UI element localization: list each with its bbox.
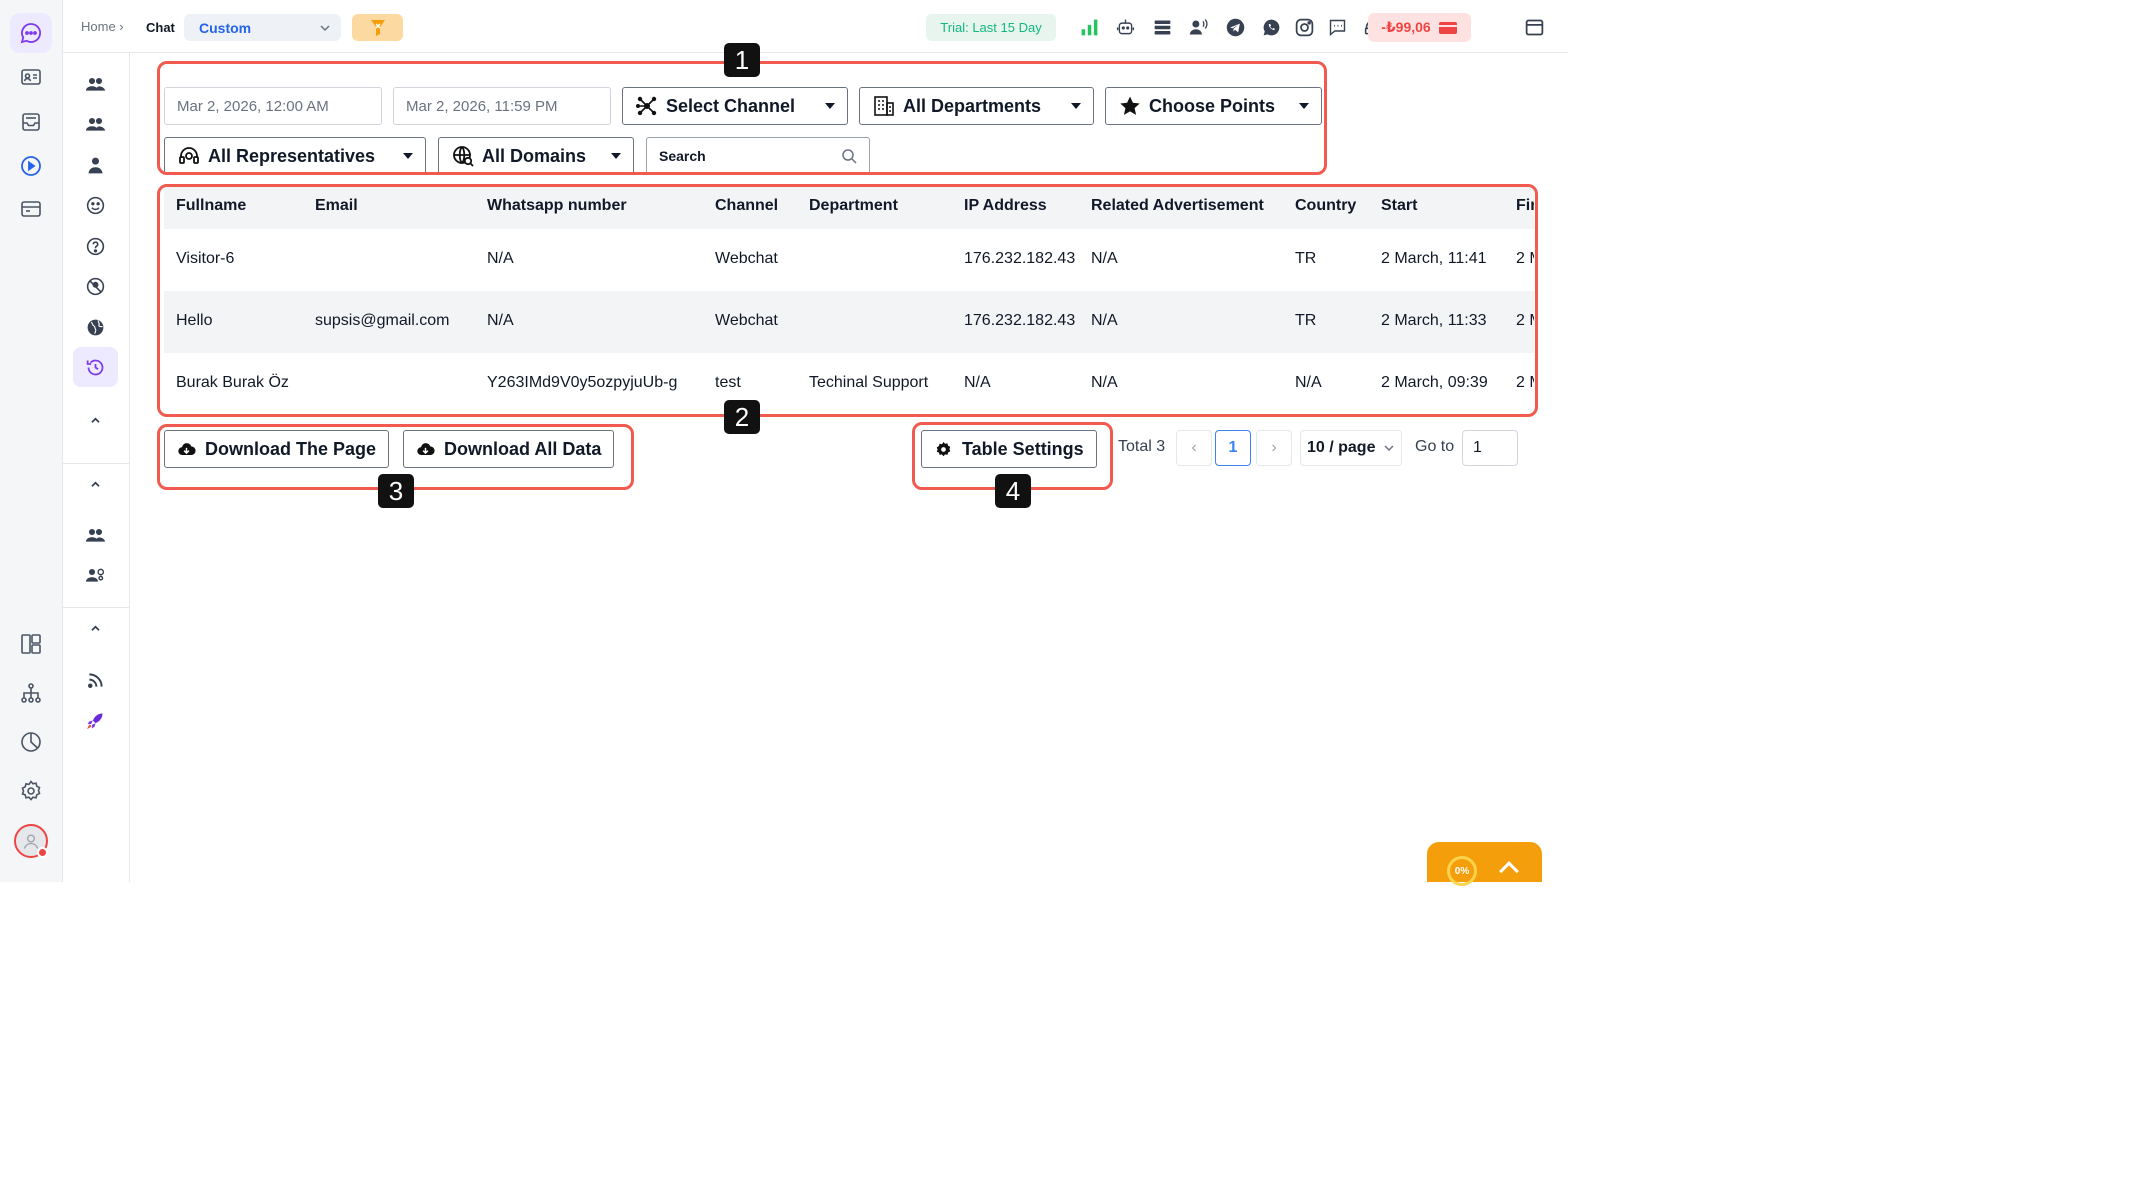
globe-icon[interactable] [73, 307, 118, 347]
collapse-chevron-icon[interactable] [73, 608, 118, 648]
whatsapp-icon[interactable] [1259, 15, 1283, 39]
instagram-icon[interactable] [1292, 15, 1316, 39]
callout-badge: 1 [724, 43, 760, 77]
sub-nav-rail [63, 53, 130, 882]
page-size-value: 10 / page [1307, 439, 1376, 456]
callout-badge: 3 [378, 474, 414, 508]
chevron-down-icon [1384, 445, 1394, 452]
balance-value: -₺99,06 [1381, 19, 1431, 35]
user-settings-icon[interactable] [73, 555, 118, 595]
users-group-icon[interactable] [73, 64, 118, 104]
trial-badge[interactable]: Trial: Last 15 Day [926, 14, 1056, 41]
play-circle-icon[interactable] [10, 146, 52, 186]
breadcrumb-home[interactable]: Home › [81, 19, 124, 34]
status-dot [37, 847, 48, 858]
inbox-icon[interactable] [10, 102, 52, 142]
wallet-icon [1438, 21, 1457, 34]
progress-widget[interactable]: 0% [1427, 842, 1542, 886]
page-size-select[interactable]: 10 / page [1300, 430, 1402, 466]
top-bar: Home › Chat Custom Trial: Last 15 Day -₺… [63, 0, 1568, 53]
goto-label: Go to [1415, 438, 1455, 455]
single-user-icon[interactable] [73, 145, 118, 185]
contacts-card-icon[interactable] [10, 57, 52, 97]
page-number-current[interactable]: 1 [1215, 430, 1251, 466]
view-select-value: Custom [199, 19, 252, 36]
app: Home › Chat Custom Trial: Last 15 Day -₺… [0, 0, 1568, 886]
chevron-up-icon[interactable] [1499, 861, 1519, 881]
callout-box-filters [157, 61, 1327, 175]
collapse-chevron-icon[interactable] [73, 464, 118, 504]
smiley-icon[interactable] [73, 185, 118, 225]
history-icon[interactable] [73, 347, 118, 387]
telegram-icon[interactable] [1223, 15, 1247, 39]
callout-box-table [157, 184, 1538, 417]
hierarchy-icon[interactable] [10, 673, 52, 713]
window-toggle-icon[interactable] [1522, 15, 1546, 39]
total-count: Total 3 [1118, 438, 1166, 455]
browser-window-icon[interactable] [10, 189, 52, 229]
main-nav-rail [0, 0, 63, 882]
user-avatar[interactable] [14, 824, 48, 858]
sms-icon[interactable] [1325, 15, 1349, 39]
collapse-chevron-icon[interactable] [73, 400, 118, 440]
balance-badge[interactable]: -₺99,06 [1368, 13, 1471, 42]
next-page-button[interactable]: › [1256, 430, 1292, 466]
help-circle-icon[interactable] [73, 226, 118, 266]
voice-user-icon[interactable] [1186, 15, 1210, 39]
blocked-icon[interactable] [73, 266, 118, 306]
callout-badge: 4 [995, 474, 1031, 508]
callout-badge: 2 [724, 400, 760, 434]
layout-grid-icon[interactable] [10, 624, 52, 664]
breadcrumb-current: Chat [146, 20, 175, 35]
team-icon[interactable] [73, 104, 118, 144]
bot-icon[interactable] [1113, 15, 1137, 39]
chat-nav-icon[interactable] [10, 13, 52, 53]
view-select[interactable]: Custom [184, 14, 341, 41]
prev-page-button[interactable]: ‹ [1176, 430, 1212, 466]
pie-chart-icon[interactable] [10, 722, 52, 762]
rocket-icon[interactable] [73, 700, 118, 740]
clear-filter-button[interactable] [352, 14, 403, 41]
rss-feed-icon[interactable] [73, 660, 118, 700]
chevron-down-icon [320, 24, 330, 31]
progress-ring: 0% [1447, 856, 1477, 886]
goto-page-input[interactable]: 1 [1462, 430, 1518, 466]
signal-bars-icon[interactable] [1077, 15, 1101, 39]
agents-icon[interactable] [73, 515, 118, 555]
settings-gear-icon[interactable] [10, 771, 52, 811]
filter-clear-icon [370, 19, 385, 36]
server-stack-icon[interactable] [1150, 15, 1174, 39]
